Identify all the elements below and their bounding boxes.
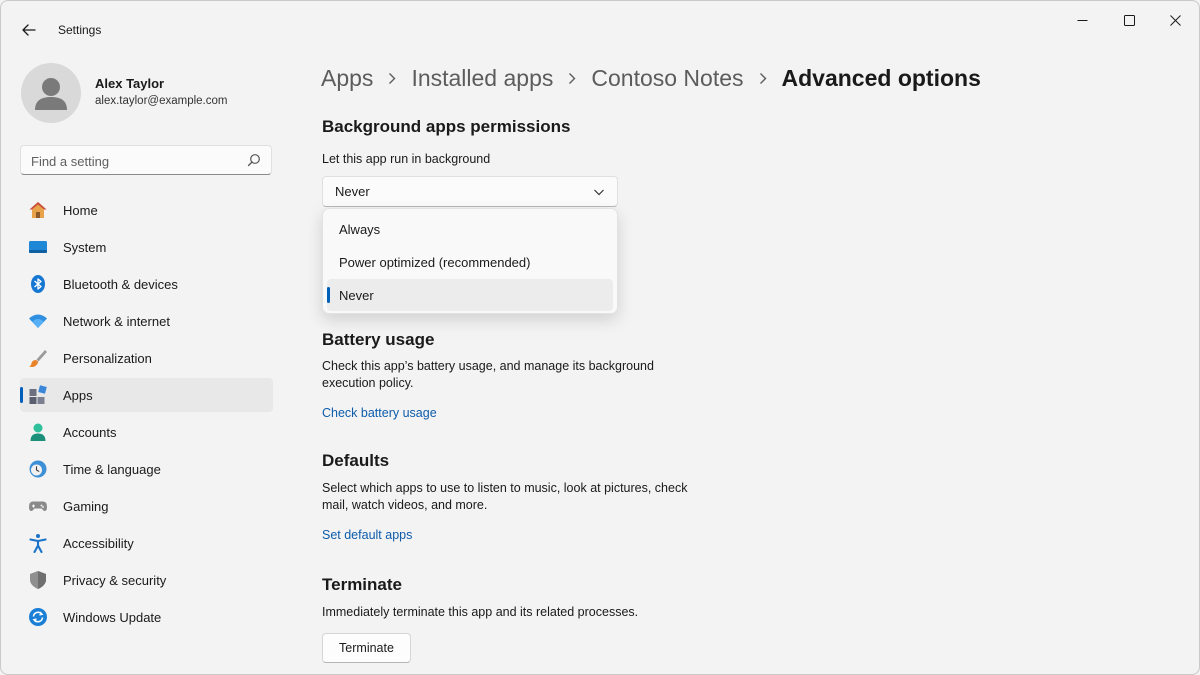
terminate-button[interactable]: Terminate bbox=[322, 633, 411, 663]
sidebar-item-time-language[interactable]: Time & language bbox=[20, 452, 273, 486]
sidebar-item-label: Home bbox=[63, 202, 98, 218]
system-icon bbox=[28, 237, 48, 257]
defaults-title: Defaults bbox=[322, 451, 390, 470]
sidebar-item-label: Bluetooth & devices bbox=[63, 276, 178, 292]
sidebar-item-personalization[interactable]: Personalization bbox=[20, 341, 273, 375]
sidebar-item-windows-update[interactable]: Windows Update bbox=[20, 600, 273, 634]
sidebar-item-gaming[interactable]: Gaming bbox=[20, 489, 273, 523]
breadcrumb-contoso-notes[interactable]: Contoso Notes bbox=[591, 65, 743, 92]
search-input[interactable] bbox=[31, 152, 231, 170]
page-title: Advanced options bbox=[781, 64, 981, 91]
defaults-description: Select which apps to use to listen to mu… bbox=[322, 481, 688, 512]
background-run-dropdown[interactable]: Never bbox=[322, 176, 618, 207]
sidebar-item-network[interactable]: Network & internet bbox=[20, 304, 273, 338]
sidebar-item-label: System bbox=[63, 239, 107, 255]
profile-name: Alex Taylor bbox=[95, 76, 165, 91]
set-default-apps-link[interactable]: Set default apps bbox=[322, 528, 412, 542]
sidebar-item-privacy-security[interactable]: Privacy & security bbox=[20, 563, 273, 597]
breadcrumb-installed-apps[interactable]: Installed apps bbox=[411, 65, 553, 92]
avatar bbox=[21, 63, 81, 123]
sidebar-item-label: Windows Update bbox=[63, 609, 162, 625]
sidebar-item-label: Accessibility bbox=[63, 535, 134, 551]
close-icon bbox=[1169, 14, 1181, 26]
sidebar-item-system[interactable]: System bbox=[20, 230, 273, 264]
sidebar-nav: Home System Bluetooth & devices Network … bbox=[20, 193, 273, 637]
sidebar-item-home[interactable]: Home bbox=[20, 193, 273, 227]
search-icon[interactable] bbox=[247, 153, 261, 167]
arrow-left-icon bbox=[22, 24, 36, 36]
battery-usage-title: Battery usage bbox=[322, 330, 435, 349]
shield-icon bbox=[28, 570, 48, 590]
chevron-right-icon bbox=[388, 72, 396, 85]
breadcrumb-apps[interactable]: Apps bbox=[321, 65, 373, 92]
chevron-right-icon bbox=[759, 72, 767, 85]
option-always[interactable]: Always bbox=[327, 213, 613, 245]
sidebar-item-bluetooth[interactable]: Bluetooth & devices bbox=[20, 267, 273, 301]
sidebar-item-label: Gaming bbox=[63, 498, 109, 514]
sidebar-item-label: Time & language bbox=[63, 461, 161, 477]
gamepad-icon bbox=[28, 496, 48, 516]
maximize-icon bbox=[1123, 14, 1135, 26]
bluetooth-icon bbox=[28, 274, 48, 294]
minimize-icon bbox=[1077, 19, 1087, 21]
back-button[interactable] bbox=[17, 18, 41, 42]
home-icon bbox=[28, 200, 48, 220]
sidebar-item-accessibility[interactable]: Accessibility bbox=[20, 526, 273, 560]
apps-icon bbox=[28, 385, 48, 405]
sidebar-item-label: Personalization bbox=[63, 350, 152, 366]
update-icon bbox=[28, 607, 48, 627]
sidebar-item-label: Accounts bbox=[63, 424, 117, 440]
profile-email: alex.taylor@example.com bbox=[95, 95, 228, 107]
person-silhouette-icon bbox=[35, 78, 67, 110]
close-button[interactable] bbox=[1152, 7, 1198, 33]
sidebar-item-apps[interactable]: Apps bbox=[20, 378, 273, 412]
sidebar-item-label: Privacy & security bbox=[63, 572, 167, 588]
accessibility-icon bbox=[28, 533, 48, 553]
breadcrumb: Apps Installed apps Contoso Notes Advanc… bbox=[321, 61, 981, 95]
background-permissions-title: Background apps permissions bbox=[322, 117, 571, 136]
person-icon bbox=[28, 422, 48, 442]
settings-window: Settings Alex Taylor alex.taylor@example… bbox=[0, 0, 1200, 675]
maximize-button[interactable] bbox=[1106, 7, 1152, 33]
check-battery-usage-link[interactable]: Check battery usage bbox=[322, 406, 437, 420]
chevron-down-icon bbox=[594, 189, 604, 196]
dropdown-selected-value: Never bbox=[335, 184, 370, 199]
search-box[interactable] bbox=[20, 145, 272, 175]
sidebar-item-label: Apps bbox=[63, 387, 93, 403]
chevron-right-icon bbox=[568, 72, 576, 85]
wifi-icon bbox=[28, 311, 48, 331]
app-title: Settings bbox=[58, 23, 102, 37]
terminate-title: Terminate bbox=[322, 575, 402, 594]
clock-globe-icon bbox=[28, 459, 48, 479]
sidebar-item-accounts[interactable]: Accounts bbox=[20, 415, 273, 449]
background-run-label: Let this app run in background bbox=[322, 152, 491, 166]
background-run-options-menu: Always Power optimized (recommended) Nev… bbox=[322, 208, 618, 314]
title-bar: Settings bbox=[1, 1, 1199, 57]
minimize-button[interactable] bbox=[1059, 7, 1105, 33]
option-power-optimized[interactable]: Power optimized (recommended) bbox=[327, 246, 613, 278]
brush-icon bbox=[28, 348, 48, 368]
battery-usage-description: Check this app’s battery usage, and mana… bbox=[322, 359, 654, 390]
option-never[interactable]: Never bbox=[327, 279, 613, 311]
terminate-description: Immediately terminate this app and its r… bbox=[322, 605, 639, 619]
sidebar-item-label: Network & internet bbox=[63, 313, 170, 329]
